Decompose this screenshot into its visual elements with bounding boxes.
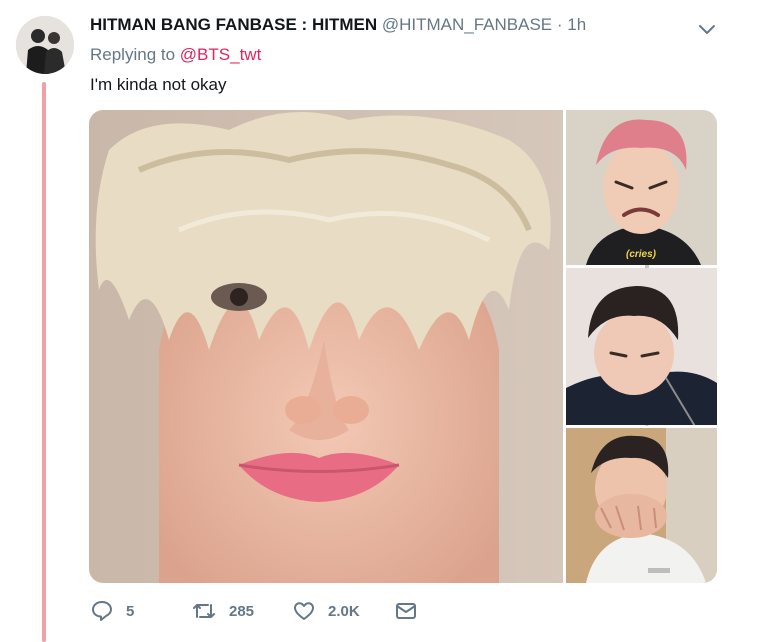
tweet-header: HITMAN BANG FANBASE : HITMEN @HITMAN_FAN… xyxy=(90,14,586,36)
display-name[interactable]: HITMAN BANG FANBASE : HITMEN xyxy=(90,15,377,34)
heart-icon xyxy=(294,602,314,620)
separator-dot: · xyxy=(556,15,563,34)
reply-button[interactable]: 5 xyxy=(90,598,134,624)
tweet-actions: 5 285 2.0K xyxy=(90,598,510,624)
direct-message-button[interactable] xyxy=(394,598,430,624)
envelope-icon xyxy=(396,603,416,619)
media-photo-3[interactable] xyxy=(566,428,717,583)
retweet-icon xyxy=(193,604,215,618)
tweet-text: I'm kinda not okay xyxy=(90,75,227,94)
media-photo-2[interactable] xyxy=(566,268,717,425)
chevron-down-icon[interactable] xyxy=(696,18,718,40)
replying-to: Replying to @BTS_twt xyxy=(90,44,261,66)
replying-to-label: Replying to xyxy=(90,45,176,64)
like-button[interactable]: 2.0K xyxy=(292,598,360,624)
retweet-button[interactable]: 285 xyxy=(191,598,254,624)
caption-cries: (cries) xyxy=(626,249,657,260)
like-count: 2.0K xyxy=(328,602,360,620)
reply-count: 5 xyxy=(126,602,135,620)
timestamp[interactable]: 1h xyxy=(567,15,586,34)
speech-bubble-icon xyxy=(92,601,112,621)
user-handle[interactable]: @HITMAN_FANBASE xyxy=(382,15,552,34)
retweet-count: 285 xyxy=(229,602,255,620)
media-grid: (cries) xyxy=(89,110,717,583)
media-photo-cries[interactable]: (cries) xyxy=(566,110,717,265)
thread-line xyxy=(42,82,46,642)
media-photo-main[interactable] xyxy=(89,110,563,583)
reply-handle-link[interactable]: @BTS_twt xyxy=(180,45,262,64)
avatar[interactable] xyxy=(16,16,74,74)
